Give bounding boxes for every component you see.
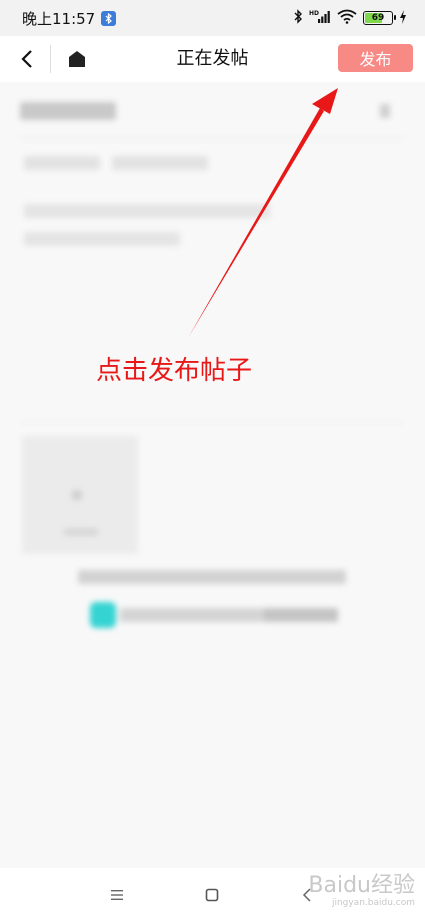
plus-icon [72, 490, 82, 500]
body-input-placeholder-2 [24, 232, 180, 246]
menu-icon [111, 890, 123, 900]
status-time: 晚上11:57 [22, 9, 96, 28]
agreement-text [120, 608, 266, 622]
body-input-placeholder[interactable] [24, 204, 270, 218]
back-arrow-icon [21, 50, 32, 68]
hd-signal-icon: HD [309, 9, 331, 28]
svg-text:HD: HD [309, 10, 319, 17]
home-system-button[interactable] [201, 884, 223, 906]
back-button[interactable] [14, 46, 40, 72]
bluetooth-notification-icon [101, 10, 117, 26]
char-count [380, 104, 390, 118]
home-button[interactable] [64, 46, 90, 72]
posting-notice [78, 570, 346, 584]
tag-selector[interactable] [24, 156, 100, 170]
agree-checkbox[interactable] [90, 602, 116, 628]
battery-icon: 69 [363, 11, 396, 25]
watermark: Baidu经验 jingyan.baidu.com [308, 873, 415, 909]
menu-button[interactable] [106, 884, 128, 906]
status-left: 晚上11:57 [22, 8, 117, 29]
image-caption [64, 528, 98, 536]
nav-divider [50, 45, 51, 73]
title-input[interactable] [20, 102, 116, 120]
watermark-text: Baidu经验 [308, 873, 415, 898]
watermark-subtext: jingyan.baidu.com [331, 898, 415, 908]
battery-tip [393, 15, 396, 20]
agreement-link[interactable] [264, 608, 338, 622]
divider [20, 422, 404, 423]
wifi-icon [337, 9, 357, 28]
battery-level: 69 [371, 13, 385, 23]
publish-button[interactable]: 发布 [338, 44, 413, 72]
topic-selector[interactable] [112, 156, 208, 170]
status-bar: 晚上11:57 HD 69 [0, 0, 425, 36]
home-square-icon [205, 888, 219, 902]
annotation-text: 点击发布帖子 [96, 356, 253, 386]
divider [20, 138, 404, 139]
nav-bar: 正在发帖 发布 [0, 36, 425, 82]
home-icon [69, 51, 85, 67]
post-editor [0, 82, 425, 868]
charging-icon [399, 9, 407, 28]
bluetooth-icon [293, 8, 303, 28]
system-nav-bar: Baidu经验 jingyan.baidu.com [0, 868, 425, 920]
status-right: HD 69 [293, 8, 407, 28]
